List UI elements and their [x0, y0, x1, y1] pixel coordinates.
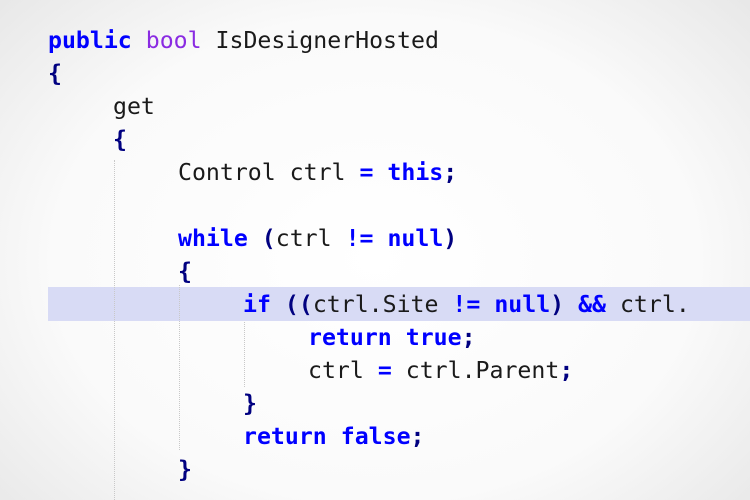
code-token: ): [443, 225, 458, 252]
code-token: {: [48, 60, 62, 87]
code-line[interactable]: if ((ctrl.Site != null) && ctrl.: [0, 288, 750, 321]
code-token: false: [340, 423, 411, 450]
code-token: ;: [410, 423, 425, 450]
code-token: return: [243, 423, 327, 450]
code-token: public: [48, 27, 132, 54]
code-token: {: [178, 258, 192, 285]
code-token: }: [178, 456, 192, 483]
code-token: (: [261, 225, 276, 252]
code-token: !=: [452, 291, 481, 318]
code-token: Control ctrl: [178, 159, 360, 186]
code-token: ((: [284, 291, 313, 318]
code-token: null: [494, 291, 551, 318]
code-line[interactable]: [0, 189, 750, 222]
code-line[interactable]: {: [0, 255, 750, 288]
code-token: =: [359, 159, 374, 186]
code-token: ;: [461, 324, 476, 351]
code-line[interactable]: return true;: [0, 321, 750, 354]
code-token: ctrl.Site: [312, 291, 453, 318]
code-token: ctrl: [275, 225, 346, 252]
code-line[interactable]: public bool IsDesignerHosted: [0, 24, 750, 57]
code-token: bool: [145, 27, 202, 54]
code-editor[interactable]: public bool IsDesignerHosted { get { Control…: [0, 0, 750, 500]
code-token: =: [377, 357, 392, 384]
code-line[interactable]: }: [0, 387, 750, 420]
code-line[interactable]: Control ctrl = this;: [0, 156, 750, 189]
code-token: ): [550, 291, 565, 318]
code-token: get: [113, 93, 155, 120]
code-token: ctrl: [308, 357, 378, 384]
code-token: if: [243, 291, 271, 318]
code-token: ;: [443, 159, 458, 186]
code-token: this: [387, 159, 444, 186]
code-line[interactable]: {: [0, 57, 750, 90]
code-token: ctrl.Parent: [391, 357, 560, 384]
code-token: null: [387, 225, 444, 252]
code-line[interactable]: return false;: [0, 420, 750, 453]
code-line[interactable]: ctrl = ctrl.Parent;: [0, 354, 750, 387]
code-line[interactable]: while (ctrl != null): [0, 222, 750, 255]
code-line[interactable]: {: [0, 123, 750, 156]
code-token: while: [178, 225, 248, 252]
code-token: &&: [578, 291, 607, 318]
code-token: ctrl.: [606, 291, 690, 318]
code-token: return: [308, 324, 392, 351]
code-token: {: [113, 126, 127, 153]
code-token: !=: [345, 225, 374, 252]
code-token: ;: [559, 357, 574, 384]
code-line[interactable]: get: [0, 90, 750, 123]
code-token: }: [243, 390, 257, 417]
code-token: IsDesignerHosted: [201, 27, 439, 54]
code-line[interactable]: }: [0, 453, 750, 486]
code-token: true: [405, 324, 462, 351]
